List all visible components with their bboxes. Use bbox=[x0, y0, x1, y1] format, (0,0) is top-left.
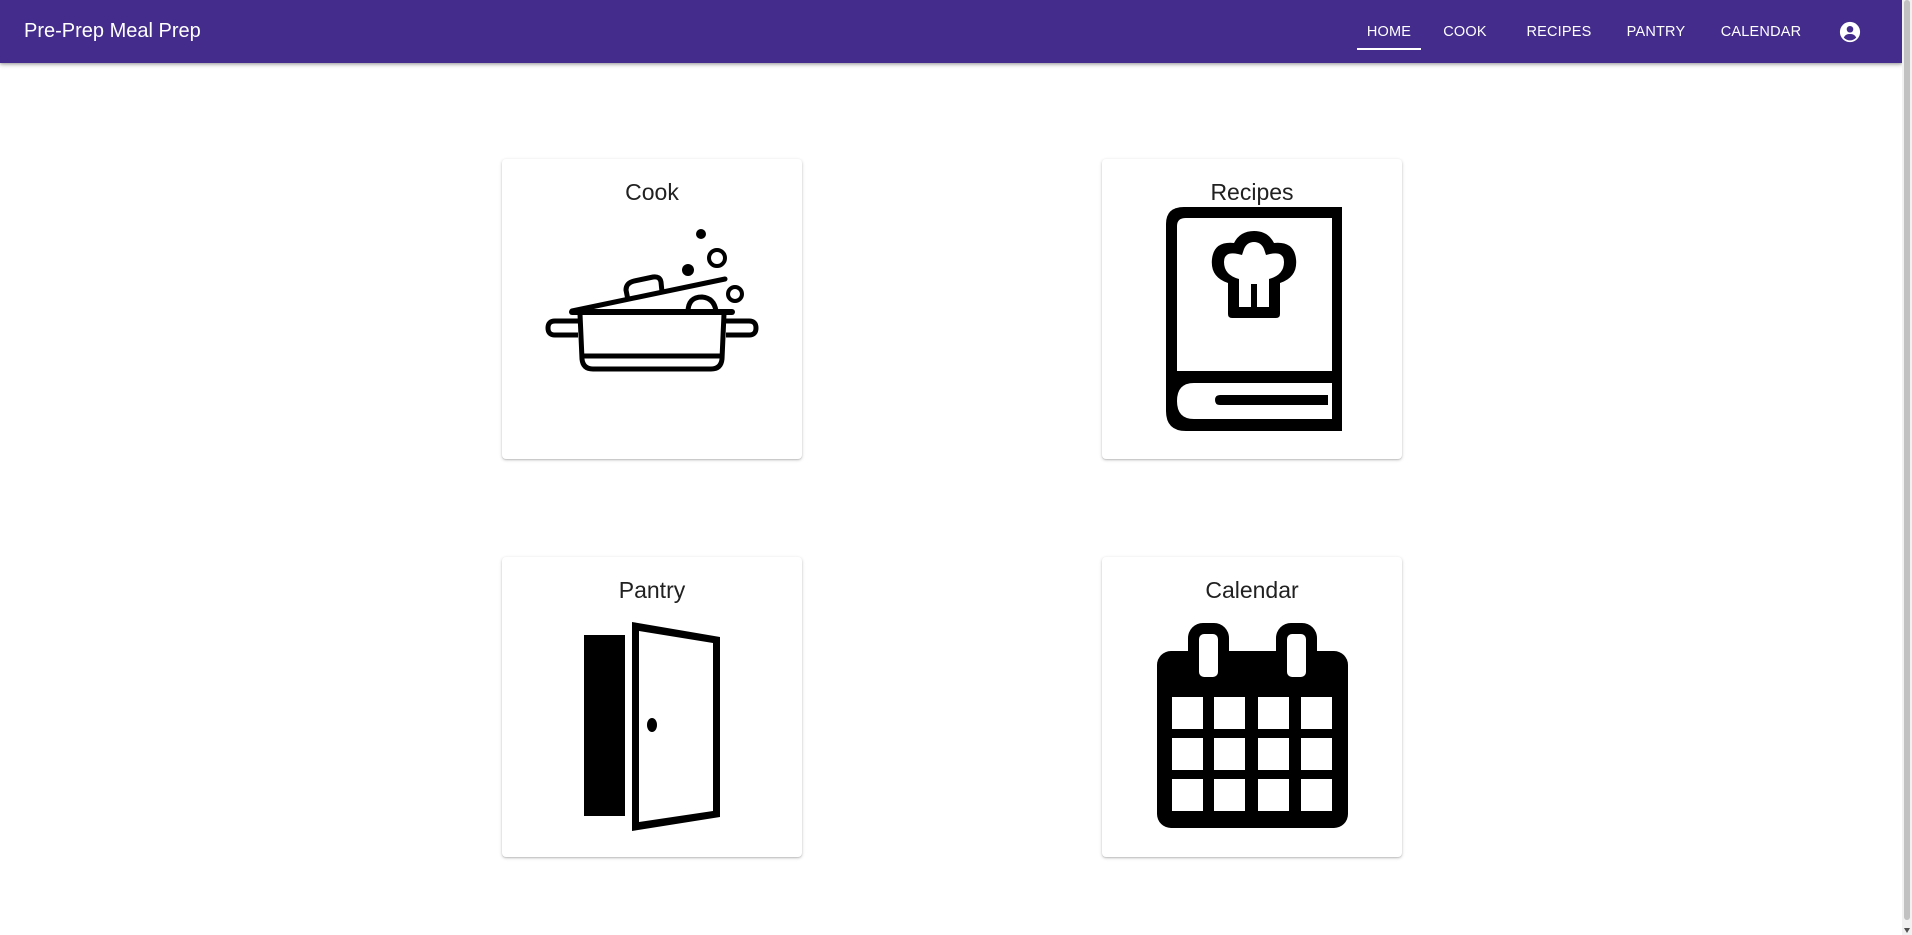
calendar-icon bbox=[1157, 623, 1348, 828]
card-recipes[interactable]: Recipes bbox=[1102, 159, 1402, 459]
nav-pantry[interactable]: PANTRY bbox=[1627, 0, 1685, 63]
main-nav: HOME COOK RECIPES PANTRY CALENDAR bbox=[1357, 0, 1902, 63]
recipe-book-icon bbox=[1166, 207, 1342, 431]
account-button[interactable] bbox=[1823, 0, 1877, 63]
card-pantry[interactable]: Pantry bbox=[502, 557, 802, 857]
scroll-down-arrow-icon[interactable] bbox=[1904, 928, 1910, 933]
scrollbar-thumb[interactable] bbox=[1904, 0, 1910, 920]
nav-recipes[interactable]: RECIPES bbox=[1526, 0, 1591, 63]
vertical-scrollbar[interactable] bbox=[1902, 0, 1912, 935]
nav-calendar[interactable]: CALENDAR bbox=[1721, 0, 1801, 63]
card-cook[interactable]: Cook bbox=[502, 159, 802, 459]
open-door-icon bbox=[584, 622, 720, 831]
cooking-pot-icon bbox=[545, 229, 759, 372]
app-title[interactable]: Pre-Prep Meal Prep bbox=[24, 19, 201, 43]
nav-cook[interactable]: COOK bbox=[1443, 0, 1487, 63]
app-bar: Pre-Prep Meal Prep HOME COOK RECIPES PAN… bbox=[0, 0, 1902, 63]
nav-home[interactable]: HOME bbox=[1357, 0, 1421, 63]
account-circle-icon bbox=[1839, 21, 1861, 42]
card-calendar[interactable]: Calendar bbox=[1102, 557, 1402, 857]
